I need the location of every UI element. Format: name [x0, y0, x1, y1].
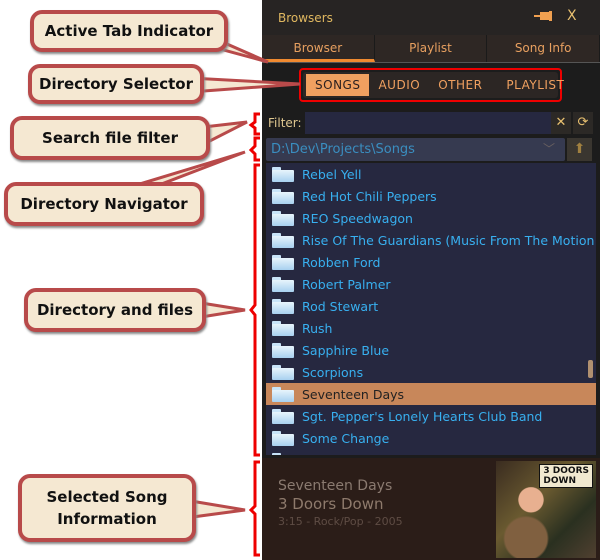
- callout-directory-files: Directory and files: [24, 288, 206, 332]
- callout-song-info: Selected Song Information: [18, 474, 196, 542]
- callout-directory-selector: Directory Selector: [28, 64, 204, 104]
- callout-directory-navigator: Directory Navigator: [4, 182, 204, 226]
- callout-active-tab: Active Tab Indicator: [30, 10, 228, 52]
- callout-search-filter: Search file filter: [10, 116, 210, 160]
